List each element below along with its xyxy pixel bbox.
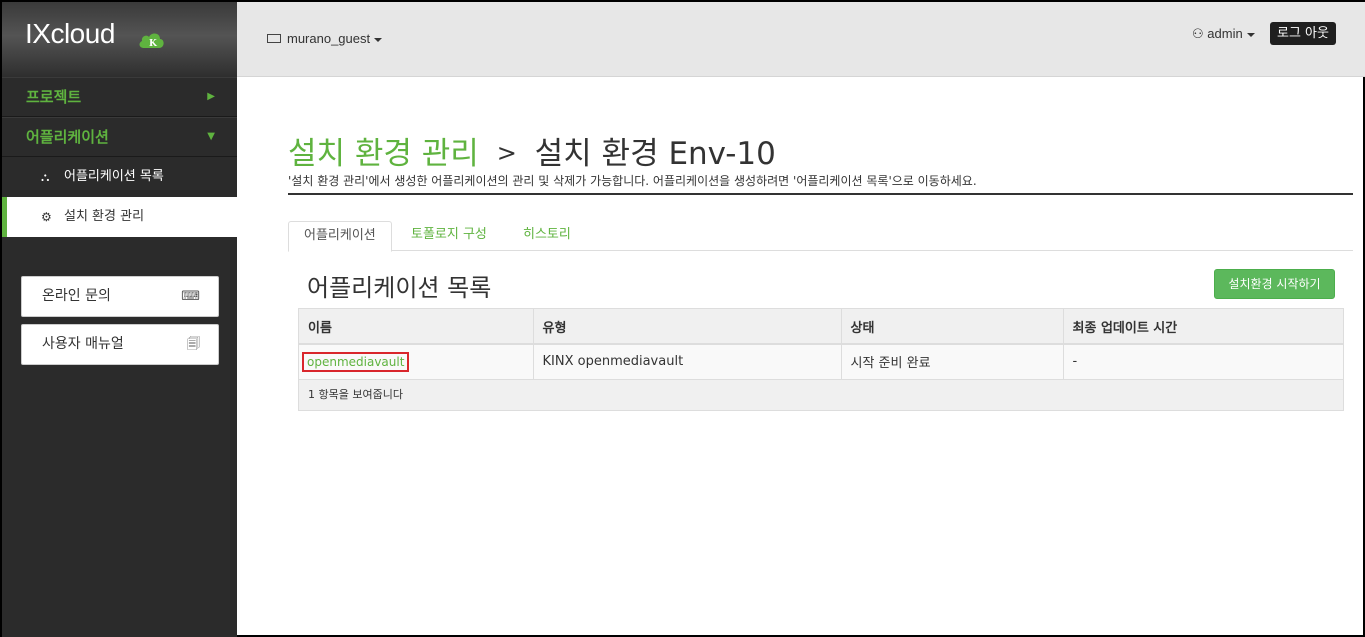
gears-icon: ⚙ xyxy=(41,210,52,224)
table-row: openmediavault KINX openmediavault 시작 준비… xyxy=(299,344,1343,380)
project-icon xyxy=(267,34,281,43)
sidebar-menu-label: 어플리케이션 xyxy=(26,128,109,146)
cubes-icon: ⛬ xyxy=(41,170,50,184)
caret-down-icon xyxy=(1246,32,1255,37)
divider xyxy=(288,193,1353,195)
table-footer: 1 항목을 보여줍니다 xyxy=(299,379,1343,410)
tab-history[interactable]: 히스토리 xyxy=(508,221,586,251)
sidebar-menu-label: 프로젝트 xyxy=(26,88,82,106)
logout-button[interactable]: 로그 아웃 xyxy=(1270,22,1336,45)
page-description: '설치 환경 관리'에서 생성한 어플리케이션의 관리 및 삭제가 가능합니다.… xyxy=(288,174,977,188)
cell-type: KINX openmediavault xyxy=(533,344,842,380)
logo[interactable]: IXcloud K xyxy=(2,2,237,77)
cell-name: openmediavault xyxy=(299,344,534,380)
column-header-updated[interactable]: 최종 업데이트 시간 xyxy=(1063,309,1343,345)
sidebar-item-application-list[interactable]: ⛬ 어플리케이션 목록 xyxy=(2,157,237,197)
column-header-type[interactable]: 유형 xyxy=(533,309,842,345)
application-table: 이름 유형 상태 최종 업데이트 시간 openmediavault KINX … xyxy=(298,308,1344,411)
user-manual-label: 사용자 매뉴얼 xyxy=(42,336,124,352)
chevron-right-icon: ▶ xyxy=(207,91,215,102)
keyboard-icon: ⌨ xyxy=(181,289,200,304)
section-title: 어플리케이션 목록 xyxy=(307,274,492,302)
sidebar-item-label: 설치 환경 관리 xyxy=(64,209,145,224)
user-manual-button[interactable]: 사용자 매뉴얼 🗐 xyxy=(21,324,219,365)
breadcrumb-separator: > xyxy=(496,139,517,167)
column-header-name[interactable]: 이름 xyxy=(299,309,534,345)
online-inquiry-button[interactable]: 온라인 문의 ⌨ xyxy=(21,276,219,317)
start-environment-button[interactable]: 설치환경 시작하기 xyxy=(1214,269,1335,299)
page-title: 설치 환경 관리 > 설치 환경 Env-10 xyxy=(288,128,776,173)
tab-application[interactable]: 어플리케이션 xyxy=(288,221,392,252)
user-menu[interactable]: ⚇ admin xyxy=(1192,26,1255,42)
online-inquiry-label: 온라인 문의 xyxy=(42,288,111,304)
page-title-text: 설치 환경 Env-10 xyxy=(534,136,776,172)
cloud-logo-icon: K xyxy=(139,33,164,49)
sidebar: IXcloud K 프로젝트 ▶ 어플리케이션 ▼ ⛬ 어플리케이션 목록 ⚙ … xyxy=(2,2,237,637)
document-icon: 🗐 xyxy=(187,337,200,352)
sidebar-item-environment-management[interactable]: ⚙ 설치 환경 관리 xyxy=(2,197,237,237)
user-icon: ⚇ xyxy=(1192,26,1204,41)
cell-updated: - xyxy=(1063,344,1343,380)
top-header: murano_guest ⚇ admin 로그 아웃 xyxy=(237,2,1365,77)
tenant-name: murano_guest xyxy=(287,31,371,46)
tab-bar: 어플리케이션 토폴로지 구성 히스토리 xyxy=(288,221,1353,252)
sidebar-menu-application[interactable]: 어플리케이션 ▼ xyxy=(2,117,237,157)
tab-topology[interactable]: 토폴로지 구성 xyxy=(396,221,502,251)
table-header-row: 이름 유형 상태 최종 업데이트 시간 xyxy=(299,309,1343,345)
caret-down-icon xyxy=(374,37,383,42)
application-link[interactable]: openmediavault xyxy=(302,351,410,372)
sidebar-menu-project[interactable]: 프로젝트 ▶ xyxy=(2,77,237,117)
logo-text: IXcloud xyxy=(25,18,115,49)
breadcrumb-link[interactable]: 설치 환경 관리 xyxy=(288,136,479,172)
column-header-status[interactable]: 상태 xyxy=(841,309,1064,345)
tenant-selector[interactable]: murano_guest xyxy=(267,31,383,46)
sidebar-item-label: 어플리케이션 목록 xyxy=(64,169,164,184)
cell-status: 시작 준비 완료 xyxy=(841,344,1064,380)
user-name: admin xyxy=(1207,26,1243,41)
logo-badge: K xyxy=(149,39,158,49)
chevron-down-icon: ▼ xyxy=(207,131,215,142)
